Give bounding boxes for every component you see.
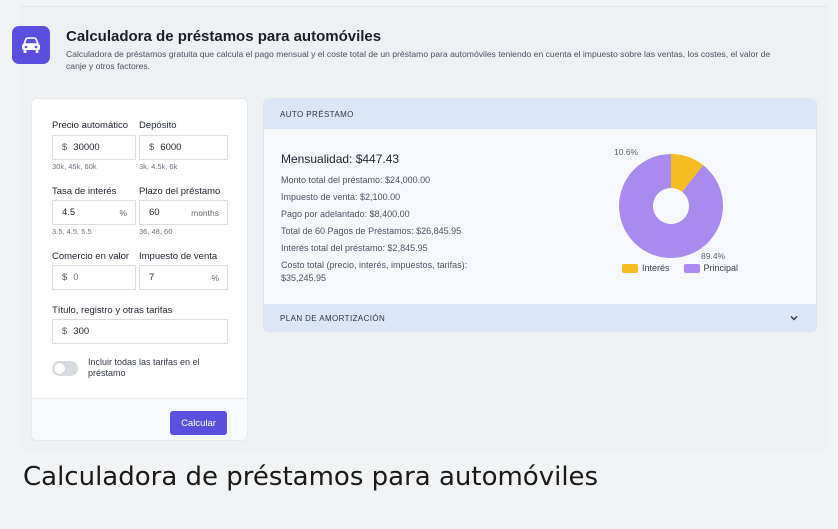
rate-value: 4.5: [62, 207, 76, 218]
tax-label: Impuesto de venta: [139, 251, 218, 262]
fees-prefix: $: [62, 326, 68, 337]
price-label: Precio automático: [52, 120, 129, 131]
amortization-toggle[interactable]: PLAN DE AMORTIZACIÓN: [264, 304, 816, 331]
legend-interest[interactable]: Interés: [642, 263, 670, 273]
deposit-prefix: $: [149, 142, 155, 153]
trade-label: Comercio en valor: [52, 251, 130, 262]
result-line: Impuesto de venta: $2,100.00: [281, 192, 401, 202]
trade-value: 0: [73, 272, 79, 283]
fees-input[interactable]: $ 300: [52, 319, 228, 344]
donut-slice-principal: [619, 154, 723, 258]
tax-suffix: %: [211, 272, 219, 283]
monthly-payment: Mensualidad: $447.43: [281, 152, 400, 166]
amortization-title: PLAN DE AMORTIZACIÓN: [280, 314, 386, 323]
interest-percent-label: 10.6%: [614, 147, 639, 157]
results-header: AUTO PRÉSTAMO: [264, 99, 816, 129]
term-label: Plazo del préstamo: [139, 186, 221, 197]
trade-input[interactable]: $ 0: [52, 265, 136, 290]
header: Calculadora de préstamos para automóvile…: [10, 22, 800, 92]
tax-value: 7: [149, 272, 155, 283]
result-line: Interés total del préstamo: $2,845.95: [281, 243, 428, 253]
page-caption: Calculadora de préstamos para automóvile…: [23, 462, 599, 492]
price-input[interactable]: $ 30000: [52, 135, 136, 160]
calculate-button[interactable]: Calcular: [170, 411, 227, 435]
tax-input[interactable]: 7 %: [139, 265, 228, 290]
results-card: AUTO PRÉSTAMO Mensualidad: $447.43 Monto…: [263, 98, 817, 332]
rate-suffix: %: [119, 207, 127, 218]
page-title: Calculadora de préstamos para automóvile…: [66, 28, 382, 45]
trade-prefix: $: [62, 272, 68, 283]
result-line: Costo total (precio, interés, impuestos,…: [281, 260, 468, 270]
result-line: Monto total del préstamo: $24,000.00: [281, 175, 431, 185]
donut-chart: [619, 154, 723, 258]
principal-swatch: [683, 263, 700, 273]
deposit-label: Depósito: [139, 120, 177, 131]
legend-principal[interactable]: Principal: [704, 263, 739, 273]
include-fees-toggle[interactable]: [52, 361, 78, 376]
page-subtitle: Calculadora de préstamos gratuita que ca…: [66, 49, 771, 71]
car-icon: [12, 26, 50, 64]
rate-hint[interactable]: 3.5, 4.5, 5.5: [52, 227, 92, 236]
page: Calculadora de préstamos para automóvile…: [0, 0, 838, 529]
price-value: 30000: [73, 142, 100, 153]
deposit-input[interactable]: $ 6000: [139, 135, 228, 160]
term-suffix: months: [191, 207, 219, 218]
chevron-down-icon: [790, 316, 798, 321]
result-line: Total de 60 Pagos de Préstamos: $26,845.…: [281, 226, 462, 236]
deposit-hint[interactable]: 3k, 4.5k, 6k: [139, 162, 177, 171]
include-fees-label: Incluir todas las tarifas en el préstamo: [88, 357, 200, 378]
fees-value: 300: [73, 326, 90, 337]
result-line: Pago por adelantado: $8,400.00: [281, 209, 410, 219]
principal-percent-label: 89.4%: [701, 251, 726, 261]
price-hint[interactable]: 30k, 45k, 60k: [52, 162, 97, 171]
term-hint[interactable]: 36, 48, 60: [139, 227, 172, 236]
term-input[interactable]: 60 months: [139, 200, 228, 225]
deposit-value: 6000: [160, 142, 182, 153]
chart-legend: Interés Principal: [622, 263, 738, 273]
rate-label: Tasa de interés: [52, 186, 117, 197]
toggle-knob: [54, 363, 65, 374]
term-value: 60: [149, 207, 160, 218]
interest-swatch: [622, 263, 638, 273]
price-prefix: $: [62, 142, 68, 153]
result-line: $35,245.95: [281, 273, 327, 283]
rate-input[interactable]: 4.5 %: [52, 200, 136, 225]
fees-label: Título, registro y otras tarifas: [52, 305, 173, 316]
